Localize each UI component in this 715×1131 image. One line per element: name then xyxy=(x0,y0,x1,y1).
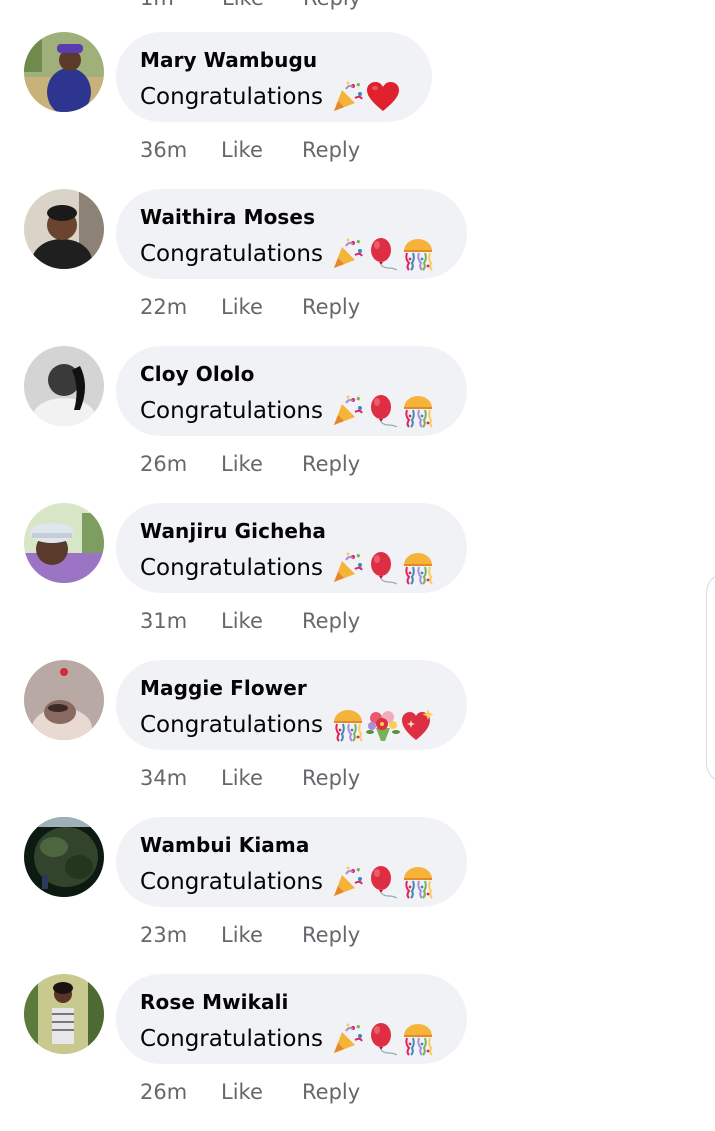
comment-bubble[interactable]: Maggie Flower Congratulations xyxy=(116,660,467,750)
emoji-group xyxy=(331,865,435,899)
comment-time: 36m xyxy=(140,138,188,162)
emoji-group xyxy=(331,80,400,114)
reply-button[interactable]: Reply xyxy=(302,295,360,319)
comment-time: 26m xyxy=(140,1080,188,1104)
reply-button[interactable]: Reply xyxy=(302,452,360,476)
confetti-ball-icon xyxy=(403,396,433,428)
comment-text-content: Congratulations xyxy=(140,398,323,424)
confetti-ball-icon xyxy=(403,1024,433,1056)
comment-time: 22m xyxy=(140,295,188,319)
emoji-group xyxy=(331,1022,435,1056)
comment-text-content: Congratulations xyxy=(140,869,323,895)
confetti-ball-icon xyxy=(403,553,433,585)
reply-button[interactable]: Reply xyxy=(302,138,360,162)
confetti-ball-icon xyxy=(333,710,363,742)
reply-button[interactable]: Reply xyxy=(302,923,360,947)
comment-time: 34m xyxy=(140,766,188,790)
confetti-ball-icon xyxy=(403,239,433,271)
avatar[interactable] xyxy=(24,974,104,1054)
avatar[interactable] xyxy=(24,660,104,740)
comment-text: Congratulations xyxy=(140,237,435,271)
confetti-ball-icon xyxy=(403,867,433,899)
comment-time: 26m xyxy=(140,452,188,476)
balloon-icon xyxy=(370,238,398,271)
like-button[interactable]: Like xyxy=(221,609,263,633)
balloon-icon xyxy=(370,395,398,428)
reply-button[interactable]: Reply xyxy=(302,766,360,790)
comment-author[interactable]: Rose Mwikali xyxy=(140,990,289,1014)
comment-text-content: Congratulations xyxy=(140,84,323,110)
party-popper-icon xyxy=(333,395,363,425)
comment-item: Mary Wambugu Congratulations 36m Like Reply xyxy=(0,32,715,189)
comment-author[interactable]: Waithira Moses xyxy=(140,205,315,229)
sparkling-heart-icon xyxy=(401,709,434,740)
side-panel-edge xyxy=(706,572,715,784)
comment-author[interactable]: Cloy Ololo xyxy=(140,362,254,386)
comment-item: Wambui Kiama Congratulations 23m Like Reply xyxy=(0,817,715,974)
comment-item: Cloy Ololo Congratulations 26m Like Reply xyxy=(0,346,715,503)
avatar[interactable] xyxy=(24,503,104,583)
avatar[interactable] xyxy=(24,32,104,112)
avatar[interactable] xyxy=(24,189,104,269)
like-button[interactable]: Like xyxy=(221,766,263,790)
comment-list: Mary Wambugu Congratulations 36m Like Reply… xyxy=(0,0,715,1104)
avatar[interactable] xyxy=(24,346,104,426)
comment-bubble[interactable]: Cloy Ololo Congratulations xyxy=(116,346,467,436)
comment-bubble[interactable]: Mary Wambugu Congratulations xyxy=(116,32,432,122)
like-button[interactable]: Like xyxy=(221,138,263,162)
comment-text-content: Congratulations xyxy=(140,241,323,267)
emoji-group xyxy=(331,708,435,742)
party-popper-icon xyxy=(333,866,363,896)
balloon-icon xyxy=(370,1023,398,1056)
comment-text: Congratulations xyxy=(140,80,400,114)
party-popper-icon xyxy=(333,552,363,582)
comment-bubble[interactable]: Waithira Moses Congratulations xyxy=(116,189,467,279)
comment-text: Congratulations xyxy=(140,865,435,899)
balloon-icon xyxy=(370,552,398,585)
comment-text: Congratulations xyxy=(140,394,435,428)
bouquet-icon xyxy=(365,711,400,741)
comment-text-content: Congratulations xyxy=(140,555,323,581)
emoji-group xyxy=(331,551,435,585)
party-popper-icon xyxy=(333,1023,363,1053)
red-heart-icon xyxy=(366,82,399,111)
comment-item: Waithira Moses Congratulations 22m Like Rep… xyxy=(0,189,715,346)
comment-time: 31m xyxy=(140,609,188,633)
comment-item: Wanjiru Gicheha Congratulations 31m Like Re… xyxy=(0,503,715,660)
comment-author[interactable]: Wanjiru Gicheha xyxy=(140,519,326,543)
party-popper-icon xyxy=(333,238,363,268)
comment-text: Congratulations xyxy=(140,551,435,585)
comment-item: Rose Mwikali Congratulations 26m Like Reply xyxy=(0,974,715,1131)
comment-time: 23m xyxy=(140,923,188,947)
comment-text: Congratulations xyxy=(140,1022,435,1056)
party-popper-icon xyxy=(333,81,363,111)
reply-button[interactable]: Reply xyxy=(302,609,360,633)
comment-bubble[interactable]: Wanjiru Gicheha Congratulations xyxy=(116,503,467,593)
reply-button[interactable]: Reply xyxy=(302,1080,360,1104)
like-button[interactable]: Like xyxy=(221,1080,263,1104)
avatar[interactable] xyxy=(24,817,104,897)
comment-author[interactable]: Wambui Kiama xyxy=(140,833,309,857)
comment-item: Maggie Flower Congratulations 34m Like Repl… xyxy=(0,660,715,817)
like-button[interactable]: Like xyxy=(221,923,263,947)
comment-bubble[interactable]: Rose Mwikali Congratulations xyxy=(116,974,467,1064)
comment-author[interactable]: Maggie Flower xyxy=(140,676,307,700)
comment-author[interactable]: Mary Wambugu xyxy=(140,48,317,72)
comment-text: Congratulations xyxy=(140,708,435,742)
like-button[interactable]: Like xyxy=(221,295,263,319)
emoji-group xyxy=(331,237,435,271)
comment-text-content: Congratulations xyxy=(140,712,323,738)
balloon-icon xyxy=(370,866,398,899)
like-button[interactable]: Like xyxy=(221,452,263,476)
emoji-group xyxy=(331,394,435,428)
comment-bubble[interactable]: Wambui Kiama Congratulations xyxy=(116,817,467,907)
comment-text-content: Congratulations xyxy=(140,1026,323,1052)
